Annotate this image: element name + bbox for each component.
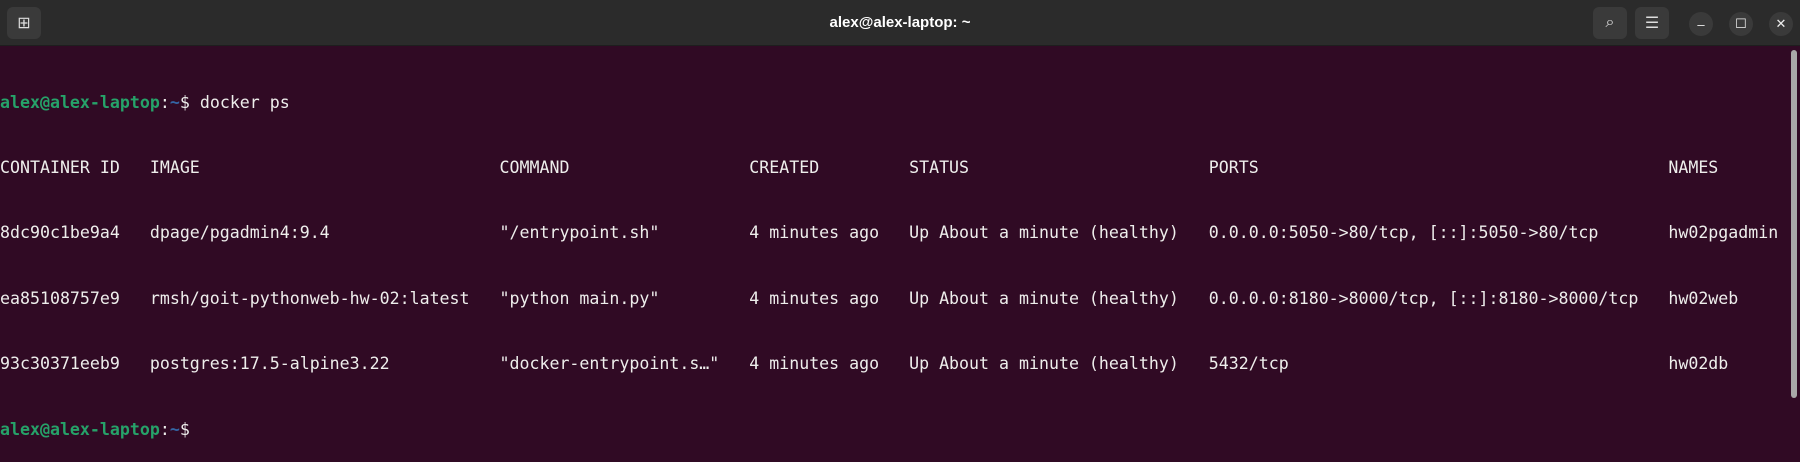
table-row: 8dc90c1be9a4 dpage/pgadmin4:9.4 "/entrypoi… <box>0 223 1779 243</box>
close-icon: ✕ <box>1775 16 1787 31</box>
close-button[interactable]: ✕ <box>1769 12 1793 36</box>
table-row: ea85108757e9 rmsh/goit-pythonweb-hw-02:la… <box>0 288 1739 308</box>
search-button[interactable]: ⌕ <box>1593 7 1627 39</box>
search-icon: ⌕ <box>1605 14 1615 31</box>
prompt-line: alex@alex-laptop: ~ $ docker ps <box>0 92 290 112</box>
table-header: CONTAINER ID IMAGE COMMAND CREATED STATUS POR… <box>0 157 1719 177</box>
menu-button[interactable]: ☰ <box>1635 7 1669 39</box>
minimize-icon: – <box>1697 16 1705 32</box>
prompt-path: ~ <box>169 92 180 112</box>
scrollbar[interactable] <box>1791 50 1797 398</box>
maximize-button[interactable]: ☐ <box>1729 12 1753 36</box>
window-title: alex@alex-laptop: ~ <box>829 14 971 31</box>
command-text: docker ps <box>199 92 290 112</box>
prompt-user-host: alex@alex-laptop <box>0 419 160 439</box>
hamburger-icon: ☰ <box>1644 15 1660 32</box>
title-bar: ⊞ alex@alex-laptop: ~ ⌕ ☰ – ☐ ✕ <box>0 0 1800 46</box>
maximize-icon: ☐ <box>1735 16 1747 31</box>
prompt-user-host: alex@alex-laptop <box>0 92 160 112</box>
table-row: 93c30371eeb9 postgres:17.5-alpine3.22 "doc… <box>0 354 1729 374</box>
prompt-line: alex@alex-laptop: ~ $ <box>0 419 200 439</box>
prompt-path: ~ <box>169 419 180 439</box>
minimize-button[interactable]: – <box>1689 12 1713 36</box>
